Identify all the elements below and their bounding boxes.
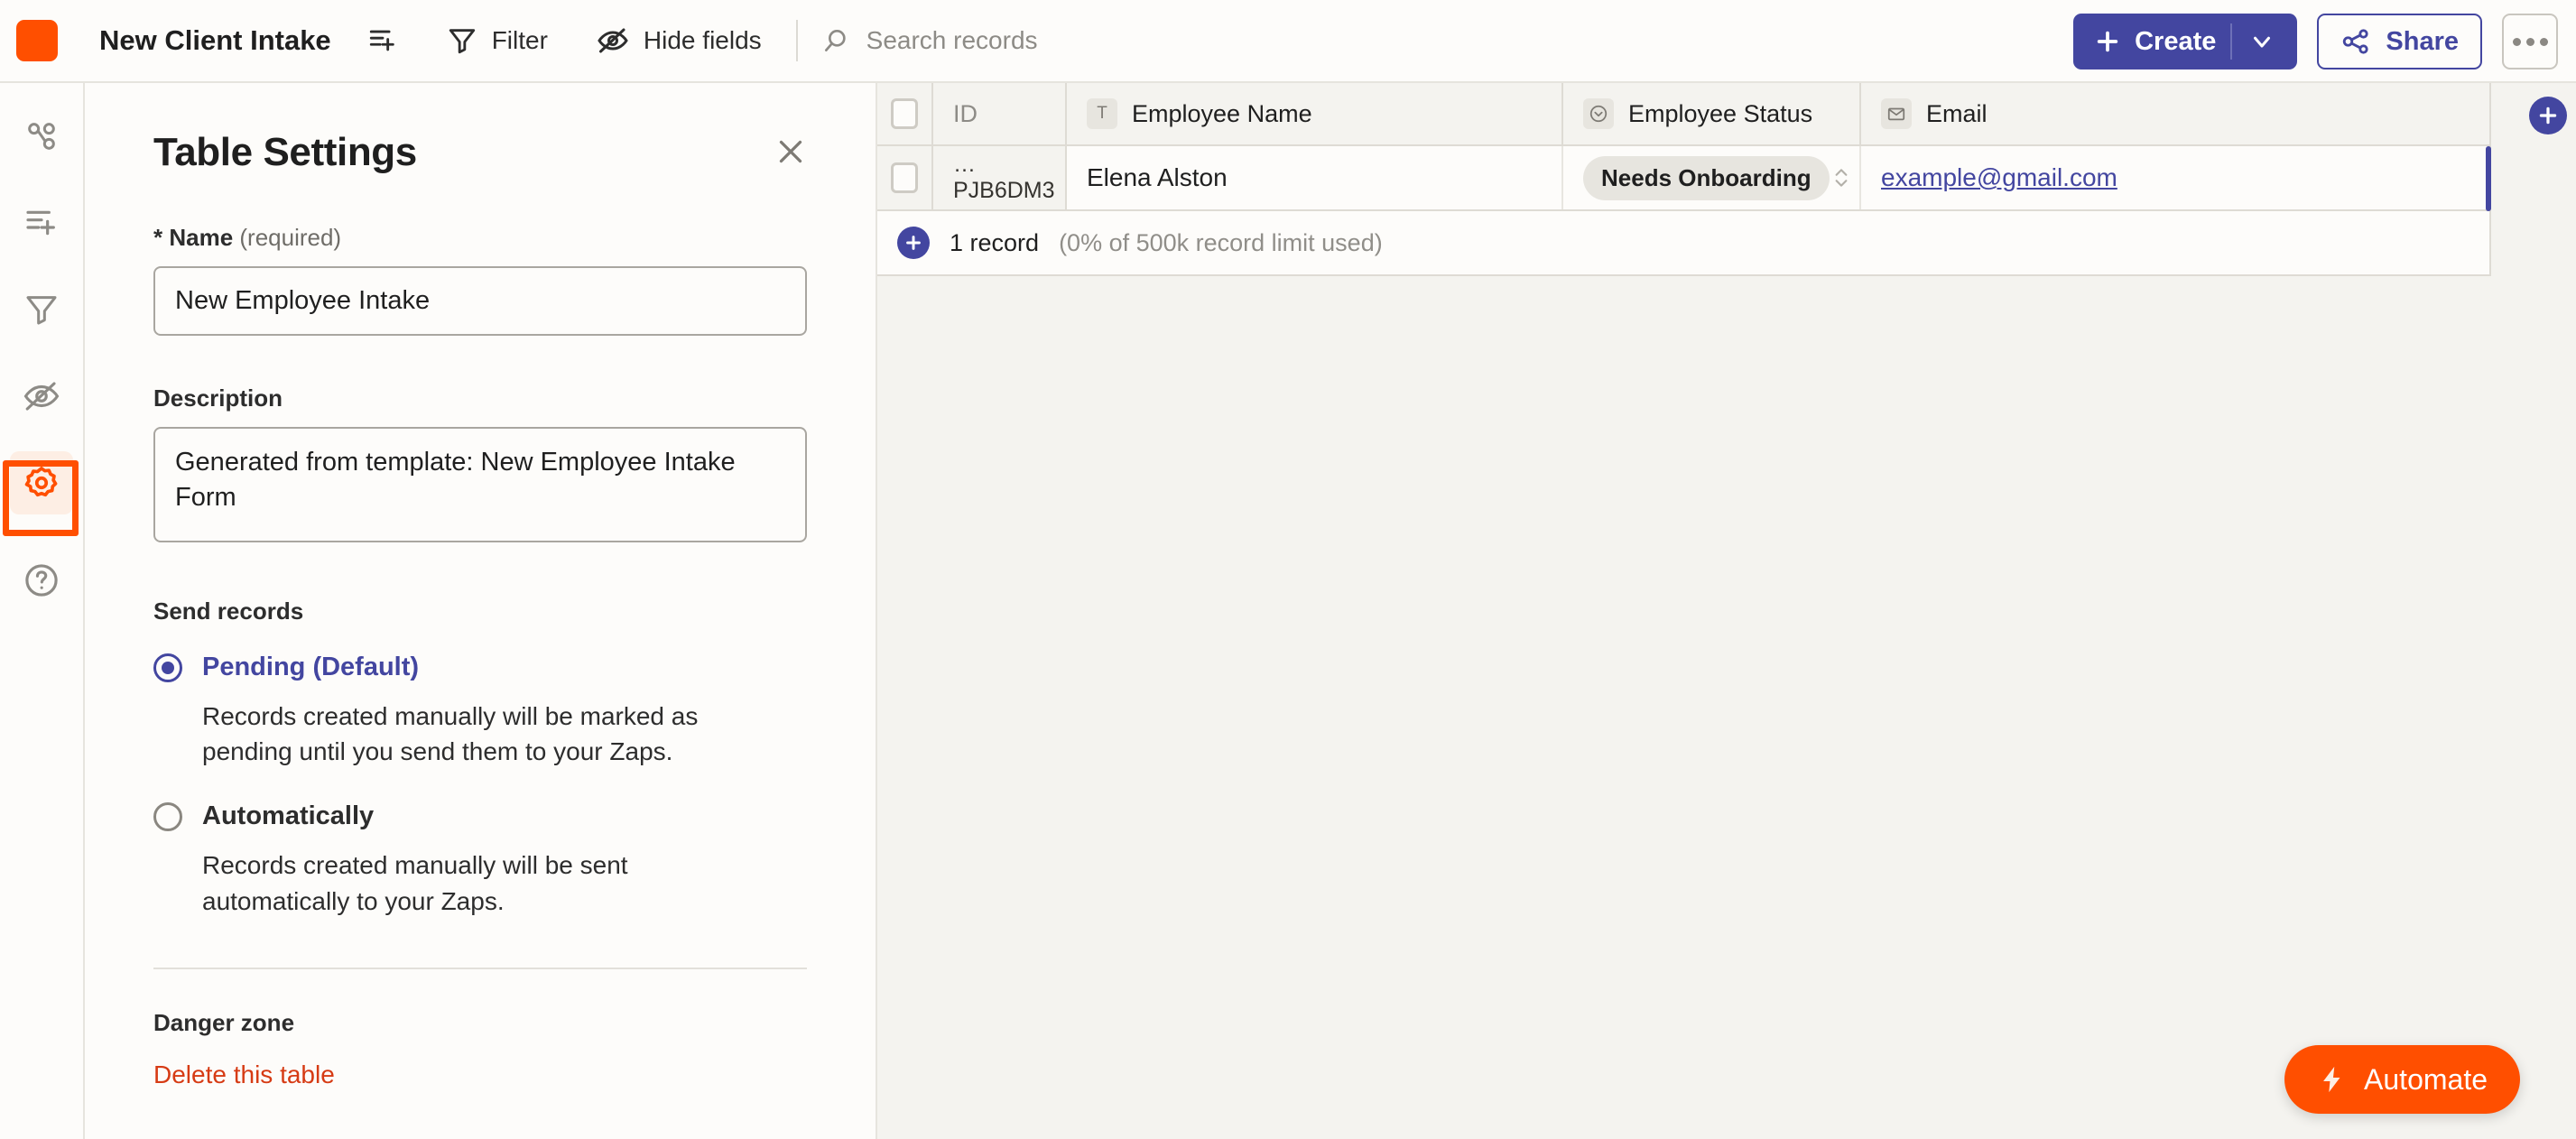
share-button[interactable]: Share bbox=[2317, 14, 2482, 69]
cell-employee-status[interactable]: Needs Onboarding bbox=[1563, 146, 1861, 209]
column-header-id[interactable]: ID bbox=[933, 83, 1067, 144]
rail-divider bbox=[18, 531, 65, 532]
question-circle-icon bbox=[23, 561, 60, 599]
column-header-email-label: Email bbox=[1926, 99, 1988, 127]
records-grid-area: ID T Employee Name Employee Status Email… bbox=[877, 83, 2576, 1139]
panel-divider bbox=[153, 967, 807, 969]
row-active-indicator bbox=[2486, 146, 2491, 211]
radio-automatically-indicator[interactable] bbox=[153, 801, 182, 831]
table-settings-panel: Table Settings * Name (required) Descrip… bbox=[85, 83, 877, 1139]
row-select-checkbox-cell[interactable] bbox=[877, 146, 933, 209]
cell-id[interactable]: …PJB6DM3 bbox=[933, 146, 1067, 209]
record-limit-label: (0% of 500k record limit used) bbox=[1059, 228, 1383, 256]
radio-pending-label: Pending (Default) bbox=[202, 653, 420, 681]
eye-off-icon bbox=[23, 377, 60, 415]
table-header-row: ID T Employee Name Employee Status Email bbox=[877, 83, 2489, 146]
filter-button[interactable]: Filter bbox=[436, 14, 559, 68]
automate-button[interactable]: Automate bbox=[2284, 1045, 2520, 1114]
more-options-button[interactable] bbox=[2502, 14, 2558, 69]
column-header-email[interactable]: Email bbox=[1861, 83, 2489, 144]
checkbox-icon[interactable] bbox=[891, 98, 918, 129]
text-field-icon: T bbox=[1087, 98, 1117, 129]
record-count-label: 1 record bbox=[950, 228, 1040, 256]
ellipsis-icon bbox=[2512, 37, 2548, 46]
status-badge: Needs Onboarding bbox=[1583, 155, 1830, 200]
panel-title: Table Settings bbox=[153, 130, 417, 174]
share-nodes-icon bbox=[2340, 26, 2371, 57]
rail-item-hide-fields[interactable] bbox=[10, 365, 73, 428]
create-label: Create bbox=[2135, 26, 2217, 56]
table-row[interactable]: …PJB6DM3 Elena Alston Needs Onboarding e… bbox=[877, 146, 2491, 211]
cell-employee-name[interactable]: Elena Alston bbox=[1067, 146, 1563, 209]
cell-email[interactable]: example@gmail.com bbox=[1861, 146, 2489, 209]
hide-fields-button[interactable]: Hide fields bbox=[586, 14, 773, 68]
toolbar-actions: Create Share bbox=[2073, 0, 2558, 83]
radio-option-pending[interactable]: Pending (Default) bbox=[153, 653, 807, 682]
send-records-label: Send records bbox=[153, 597, 304, 625]
email-link[interactable]: example@gmail.com bbox=[1881, 163, 2117, 192]
column-header-employee-name-label: Employee Name bbox=[1132, 99, 1312, 127]
share-label: Share bbox=[2386, 26, 2459, 56]
funnel-icon bbox=[23, 292, 60, 328]
dropdown-field-icon bbox=[1583, 98, 1614, 129]
column-header-id-label: ID bbox=[953, 99, 978, 127]
add-record-button[interactable] bbox=[897, 227, 930, 259]
toolbar-divider bbox=[795, 20, 798, 61]
chevron-updown-icon[interactable] bbox=[1830, 164, 1853, 191]
delete-table-link[interactable]: Delete this table bbox=[153, 1060, 807, 1089]
connections-icon bbox=[23, 118, 60, 154]
email-field-icon bbox=[1881, 98, 1912, 129]
description-field-label: Description bbox=[153, 384, 283, 412]
rail-item-insert-row[interactable] bbox=[10, 191, 73, 255]
zapier-logo[interactable] bbox=[16, 20, 58, 61]
radio-pending-description: Records created manually will be marked … bbox=[202, 702, 699, 766]
search-placeholder: Search records bbox=[866, 26, 1038, 54]
checkbox-icon[interactable] bbox=[891, 162, 918, 193]
records-table: ID T Employee Name Employee Status Email… bbox=[877, 83, 2491, 276]
filter-label: Filter bbox=[491, 26, 548, 54]
radio-pending-indicator[interactable] bbox=[153, 653, 182, 682]
close-icon[interactable] bbox=[774, 135, 807, 168]
rail-item-help[interactable] bbox=[10, 549, 73, 612]
left-rail bbox=[0, 83, 85, 1139]
select-all-header[interactable] bbox=[877, 83, 933, 144]
page-title: New Client Intake bbox=[99, 24, 331, 56]
radio-option-automatically[interactable]: Automatically bbox=[153, 801, 807, 831]
bolt-icon bbox=[2317, 1064, 2348, 1095]
eye-off-icon bbox=[597, 24, 629, 57]
radio-automatically-description: Records created manually will be sent au… bbox=[202, 851, 628, 915]
insert-row-icon bbox=[367, 25, 398, 56]
automate-label: Automate bbox=[2364, 1062, 2488, 1096]
search-icon bbox=[821, 26, 850, 55]
hide-fields-label: Hide fields bbox=[643, 26, 762, 54]
name-required-hint: (required) bbox=[233, 224, 342, 251]
plus-icon bbox=[2093, 27, 2122, 56]
rail-item-settings[interactable] bbox=[10, 451, 73, 514]
create-button[interactable]: Create bbox=[2073, 14, 2298, 69]
top-toolbar: New Client Intake Filter Hide fields Sea… bbox=[0, 0, 2576, 83]
danger-zone-label: Danger zone bbox=[153, 1008, 295, 1036]
search-input[interactable]: Search records bbox=[821, 26, 1038, 55]
insert-row-button[interactable] bbox=[357, 14, 409, 68]
record-summary-bar: 1 record (0% of 500k record limit used) bbox=[877, 211, 2489, 276]
column-header-employee-status-label: Employee Status bbox=[1628, 99, 1813, 127]
table-name-input[interactable] bbox=[153, 266, 807, 336]
chevron-down-icon[interactable] bbox=[2232, 28, 2292, 55]
column-header-employee-name[interactable]: T Employee Name bbox=[1067, 83, 1563, 144]
add-field-button[interactable] bbox=[2529, 97, 2567, 134]
column-header-employee-status[interactable]: Employee Status bbox=[1563, 83, 1861, 144]
gear-icon bbox=[23, 464, 60, 502]
funnel-icon bbox=[447, 25, 477, 56]
rail-item-connections[interactable] bbox=[10, 105, 73, 168]
radio-automatically-label: Automatically bbox=[202, 801, 375, 831]
panel-header: Table Settings bbox=[153, 130, 807, 175]
table-description-input[interactable] bbox=[153, 427, 807, 542]
name-field-label: * Name (required) bbox=[153, 224, 342, 251]
insert-row-icon bbox=[23, 205, 60, 241]
rail-item-filter[interactable] bbox=[10, 278, 73, 341]
